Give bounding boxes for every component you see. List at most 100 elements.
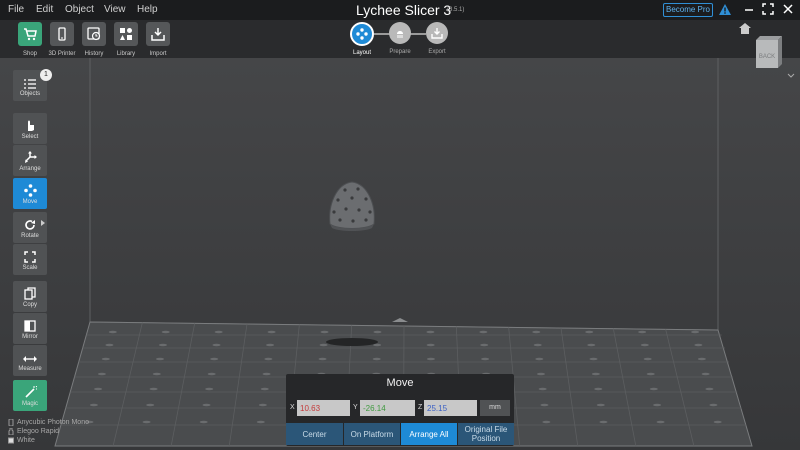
copy-tool[interactable]: Copy xyxy=(13,281,47,312)
import-button[interactable]: Import xyxy=(145,22,171,57)
arrange-icon xyxy=(13,145,47,164)
copy-label: Copy xyxy=(22,302,37,308)
shop-label: Shop xyxy=(22,51,38,57)
x-position-input[interactable] xyxy=(297,400,350,416)
printer-small-icon xyxy=(8,419,14,426)
resin-row: Elegoo Rapid xyxy=(8,427,89,436)
stage-layout[interactable]: Layout xyxy=(350,22,374,56)
app-title: Lychee Slicer 3 xyxy=(356,2,452,18)
layout-icon xyxy=(350,22,374,46)
warning-icon[interactable] xyxy=(719,4,731,15)
original-file-label-line2: Position xyxy=(471,434,501,443)
stage-prepare-label: Prepare xyxy=(389,49,411,55)
measure-label: Measure xyxy=(18,366,42,372)
resin-name: Elegoo Rapid xyxy=(17,428,60,435)
menu-file[interactable]: File xyxy=(8,4,24,15)
history-button[interactable]: History xyxy=(81,22,107,57)
mirror-tool[interactable]: Mirror xyxy=(13,313,47,344)
view-cube-face-label: BACK xyxy=(759,54,775,60)
x-axis-label: X xyxy=(290,404,295,411)
prepare-icon xyxy=(389,22,411,44)
color-row: White xyxy=(8,436,89,445)
object-shadow xyxy=(326,338,378,346)
stage-layout-label: Layout xyxy=(352,50,372,56)
magic-label: Magic xyxy=(21,401,38,407)
import-label: Import xyxy=(149,51,167,57)
export-icon xyxy=(426,22,448,44)
shop-button[interactable]: Shop xyxy=(17,22,43,57)
center-button[interactable]: Center xyxy=(286,423,343,445)
maximize-icon[interactable] xyxy=(762,3,774,15)
y-position-input[interactable] xyxy=(360,400,415,416)
menu-help[interactable]: Help xyxy=(137,4,158,15)
model-object xyxy=(329,181,375,231)
menu-edit[interactable]: Edit xyxy=(36,4,53,15)
scale-tool[interactable]: Scale xyxy=(13,244,47,275)
printer-name: Anycubic Photon Mono xyxy=(17,419,89,426)
3d-printer-button[interactable]: 3D Printer xyxy=(48,22,76,57)
original-file-position-button[interactable]: Original File Position xyxy=(458,423,514,445)
menu-object[interactable]: Object xyxy=(65,4,94,15)
printer-icon xyxy=(50,22,74,46)
import-icon xyxy=(146,22,170,46)
printer-label: 3D Printer xyxy=(48,51,76,57)
select-label: Select xyxy=(21,134,39,140)
app-window: File Edit Object View Help Lychee Slicer… xyxy=(0,0,800,450)
move-icon xyxy=(13,178,47,197)
side-panel: Objects Select Arrange Move Rotate Scale… xyxy=(0,58,58,450)
stage-prepare[interactable]: Prepare xyxy=(389,22,411,55)
app-version: (3.5.1) xyxy=(447,7,465,13)
resin-bottle-icon xyxy=(8,428,14,435)
color-swatch-icon xyxy=(8,437,14,444)
stage-export[interactable]: Export xyxy=(426,22,448,55)
printer-row: Anycubic Photon Mono xyxy=(8,418,89,427)
shop-icon xyxy=(18,22,42,46)
move-panel-title: Move xyxy=(386,377,414,389)
original-file-label-line1: Original File xyxy=(464,425,508,434)
arrange-all-button[interactable]: Arrange All xyxy=(401,423,457,445)
y-axis-label: Y xyxy=(353,404,358,411)
select-tool[interactable]: Select xyxy=(13,113,47,144)
resin-color: White xyxy=(17,437,35,444)
arrange-label: Arrange xyxy=(19,166,41,172)
stage-connector xyxy=(374,33,390,35)
stage-connector xyxy=(410,33,426,35)
objects-count-badge: 1 xyxy=(40,69,52,81)
z-axis-label: Z xyxy=(418,404,423,411)
stage-export-label: Export xyxy=(428,49,446,55)
scale-icon xyxy=(13,244,47,263)
move-tool[interactable]: Move xyxy=(13,178,47,209)
mirror-icon xyxy=(13,313,47,332)
mirror-label: Mirror xyxy=(22,334,38,340)
history-label: History xyxy=(84,51,104,57)
measure-tool[interactable]: Measure xyxy=(13,345,47,376)
history-icon xyxy=(82,22,106,46)
move-label: Move xyxy=(22,199,38,205)
measure-icon xyxy=(13,345,47,364)
rotate-tool[interactable]: Rotate xyxy=(13,212,47,243)
on-platform-button[interactable]: On Platform xyxy=(344,423,400,445)
hand-pointer-icon xyxy=(13,113,47,132)
chevron-down-icon[interactable] xyxy=(787,73,795,79)
title-bar: File Edit Object View Help Lychee Slicer… xyxy=(0,0,800,20)
view-cube[interactable]: BACK xyxy=(754,36,784,72)
minimize-icon[interactable] xyxy=(743,3,755,15)
rotate-label: Rotate xyxy=(21,233,39,239)
library-label: Library xyxy=(116,51,136,57)
move-panel: Move X Y Z mm Center On Platform Arrange… xyxy=(286,374,514,446)
main-toolbar: Shop 3D Printer History Library Import L… xyxy=(0,20,800,58)
menu-view[interactable]: View xyxy=(104,4,126,15)
library-button[interactable]: Library xyxy=(113,22,139,57)
arrange-tool[interactable]: Arrange xyxy=(13,145,47,176)
chevron-right-icon[interactable] xyxy=(41,220,45,226)
become-pro-button[interactable]: Become Pro xyxy=(663,3,713,17)
objects-label: Objects xyxy=(19,91,41,97)
library-icon xyxy=(114,22,138,46)
close-icon[interactable] xyxy=(782,3,794,15)
scale-label: Scale xyxy=(22,265,38,271)
magic-wand-icon xyxy=(13,380,47,399)
magic-tool[interactable]: Magic xyxy=(13,380,47,411)
z-position-input[interactable] xyxy=(424,400,477,416)
printer-info: Anycubic Photon Mono Elegoo Rapid White xyxy=(8,418,89,445)
home-icon[interactable] xyxy=(739,23,751,34)
